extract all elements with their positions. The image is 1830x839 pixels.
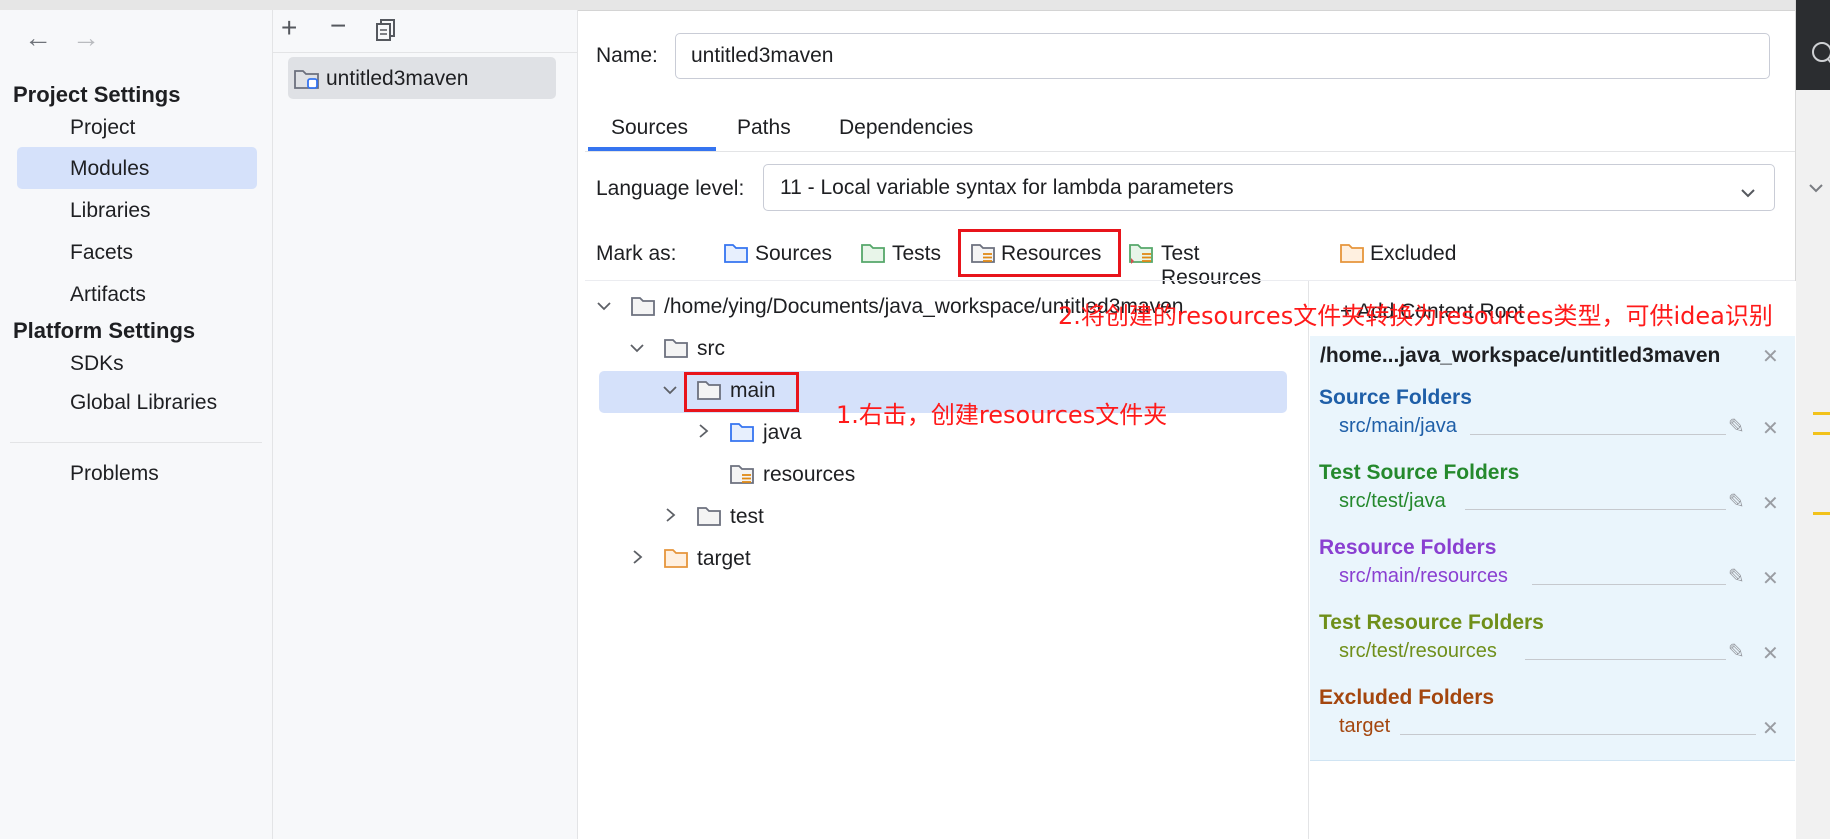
sidebar-item-facets[interactable]: Facets bbox=[70, 241, 133, 265]
chevron-down-icon bbox=[597, 302, 611, 311]
settings-sidebar: ← → Project Settings Project Modules Lib… bbox=[0, 10, 273, 839]
chevron-right-icon bbox=[666, 508, 676, 522]
excluded-folder-item: target bbox=[1339, 715, 1391, 737]
annotation-step-1: 1.右击，创建resources文件夹 bbox=[836, 401, 1168, 429]
row-guide-line bbox=[1400, 734, 1756, 735]
folder-icon bbox=[631, 297, 655, 316]
close-icon[interactable]: ✕ bbox=[1762, 641, 1779, 666]
forward-arrow-icon[interactable]: → bbox=[72, 22, 100, 54]
language-level-select[interactable]: 11 - Local variable syntax for lambda pa… bbox=[763, 164, 1775, 211]
row-guide-line bbox=[1525, 659, 1726, 660]
tabs-divider bbox=[585, 151, 1795, 152]
mark-sources-label: Sources bbox=[755, 242, 833, 265]
folder-icon bbox=[664, 339, 688, 358]
mark-as-label: Mark as: bbox=[596, 242, 677, 265]
chevron-down-icon bbox=[663, 386, 677, 395]
pencil-icon[interactable]: ✎ bbox=[1728, 489, 1745, 514]
sidebar-item-artifacts[interactable]: Artifacts bbox=[70, 283, 146, 307]
row-guide-line bbox=[1465, 509, 1726, 510]
test-source-folders-title: Test Source Folders bbox=[1319, 461, 1520, 484]
name-input[interactable]: untitled3maven bbox=[675, 33, 1770, 79]
pencil-icon[interactable]: ✎ bbox=[1728, 639, 1745, 664]
module-list-item[interactable]: untitled3maven bbox=[288, 57, 556, 99]
modules-list-pane: + − bbox=[273, 10, 578, 839]
language-level-label: Language level: bbox=[596, 177, 745, 200]
sidebar-divider bbox=[10, 442, 262, 443]
blue-folder-icon bbox=[724, 244, 748, 263]
chevron-right-icon bbox=[633, 550, 643, 564]
mark-tests-label: Tests bbox=[892, 242, 942, 265]
section-title-platform-settings: Platform Settings bbox=[13, 318, 196, 343]
mark-excluded-label: Excluded bbox=[1370, 242, 1457, 265]
orange-folder-icon bbox=[1340, 244, 1364, 263]
tree-node-target-label: target bbox=[697, 547, 751, 570]
resource-folders-title: Resource Folders bbox=[1319, 536, 1497, 559]
tree-node-src-label: src bbox=[697, 337, 725, 360]
resource-folder-item: src/main/resources bbox=[1339, 565, 1508, 587]
pencil-icon[interactable]: ✎ bbox=[1728, 564, 1745, 589]
resources-folder-icon bbox=[971, 244, 995, 263]
module-folder-icon bbox=[294, 66, 320, 95]
sidebar-item-global-libraries[interactable]: Global Libraries bbox=[70, 391, 217, 415]
source-folder-item: src/main/java bbox=[1339, 415, 1457, 437]
tree-node-java-label: java bbox=[763, 421, 802, 444]
row-guide-line bbox=[1532, 584, 1726, 585]
test-resources-folder-icon bbox=[1129, 244, 1153, 264]
close-icon[interactable]: ✕ bbox=[1762, 716, 1779, 741]
mark-resources-label: Resources bbox=[1001, 242, 1102, 265]
row-guide-line bbox=[1470, 434, 1726, 435]
folder-icon bbox=[697, 507, 721, 526]
copy-icon[interactable] bbox=[375, 18, 397, 47]
test-source-folder-item: src/test/java bbox=[1339, 490, 1446, 512]
sidebar-item-project[interactable]: Project bbox=[70, 116, 135, 140]
sidebar-item-libraries[interactable]: Libraries bbox=[70, 199, 151, 223]
tab-paths[interactable]: Paths bbox=[737, 116, 791, 140]
orange-folder-icon bbox=[664, 549, 688, 568]
language-level-value: 11 - Local variable syntax for lambda pa… bbox=[780, 176, 1234, 199]
tree-node-main-label: main bbox=[730, 379, 776, 402]
test-resource-folders-title: Test Resource Folders bbox=[1319, 611, 1544, 634]
excluded-folders-title: Excluded Folders bbox=[1319, 686, 1495, 709]
background-window-edge bbox=[1795, 0, 1830, 839]
sidebar-item-problems[interactable]: Problems bbox=[70, 462, 159, 486]
source-folders-title: Source Folders bbox=[1319, 386, 1472, 409]
close-icon[interactable]: ✕ bbox=[1762, 416, 1779, 441]
pencil-icon[interactable]: ✎ bbox=[1728, 414, 1745, 439]
green-folder-icon bbox=[861, 244, 885, 263]
close-icon[interactable]: ✕ bbox=[1762, 344, 1779, 369]
toolbar-divider bbox=[273, 52, 577, 53]
sidebar-item-sdks[interactable]: SDKs bbox=[70, 352, 124, 376]
name-label: Name: bbox=[596, 44, 658, 67]
folder-icon bbox=[697, 381, 721, 400]
name-input-value: untitled3maven bbox=[691, 44, 834, 67]
tab-sources[interactable]: Sources bbox=[611, 116, 688, 140]
test-resource-folder-item: src/test/resources bbox=[1339, 640, 1497, 662]
tree-node-test-label: test bbox=[730, 505, 764, 528]
chevron-right-icon bbox=[699, 424, 709, 438]
back-arrow-icon[interactable]: ← bbox=[24, 22, 52, 54]
tab-dependencies[interactable]: Dependencies bbox=[839, 116, 973, 140]
close-icon[interactable]: ✕ bbox=[1762, 566, 1779, 591]
add-icon[interactable]: + bbox=[281, 12, 297, 44]
section-title-project-settings: Project Settings bbox=[13, 82, 181, 107]
module-name: untitled3maven bbox=[326, 67, 469, 90]
remove-icon[interactable]: − bbox=[330, 10, 346, 42]
close-icon[interactable]: ✕ bbox=[1762, 491, 1779, 516]
chevron-down-icon bbox=[630, 344, 644, 353]
content-root-path: /home...java_workspace/untitled3maven bbox=[1320, 344, 1721, 367]
blue-folder-icon bbox=[730, 423, 754, 442]
annotation-step-2: 2.将创建的resources文件夹转换为resources类型，可供idea识… bbox=[1058, 302, 1773, 330]
sidebar-item-modules[interactable]: Modules bbox=[70, 157, 149, 181]
resources-folder-icon bbox=[730, 465, 754, 484]
chevron-down-icon bbox=[1740, 181, 1756, 205]
mark-test-resources-label: Test Resources bbox=[1161, 242, 1262, 289]
tree-node-resources-label: resources bbox=[763, 463, 856, 486]
